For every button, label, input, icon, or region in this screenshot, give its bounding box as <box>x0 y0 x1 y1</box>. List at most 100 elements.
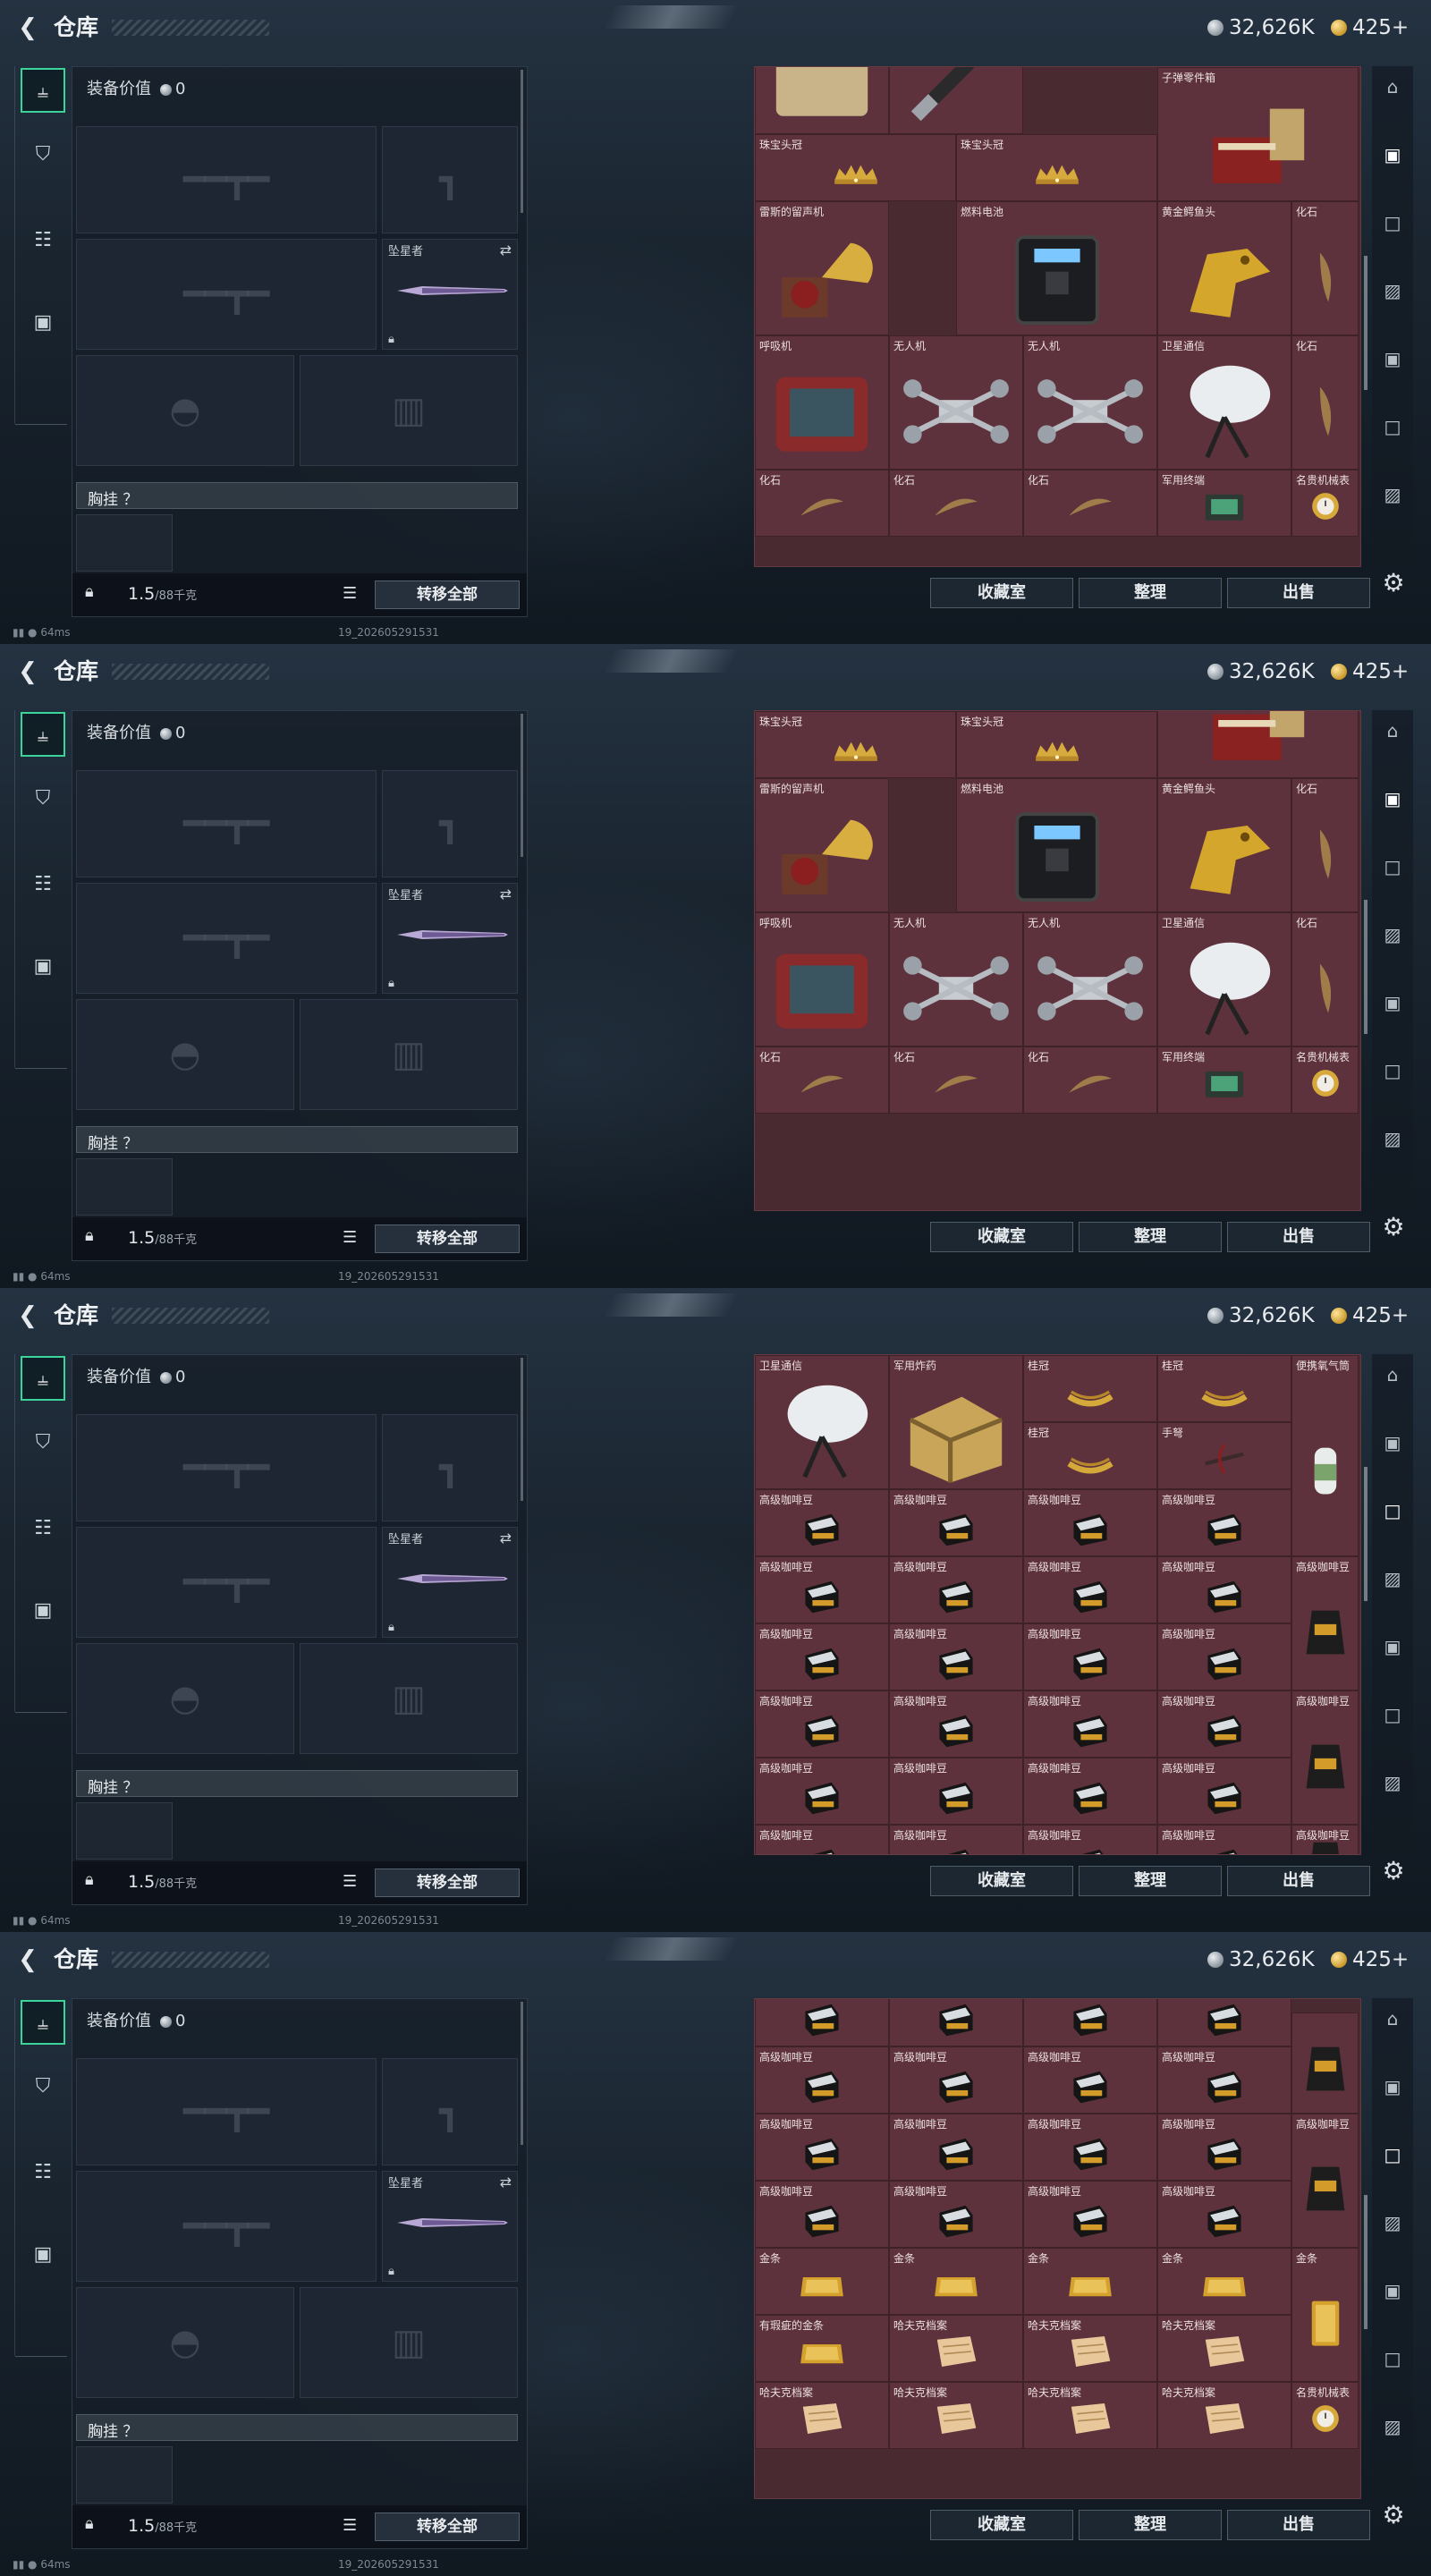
storage-item[interactable]: 名贵机械表 <box>1291 2381 1359 2449</box>
storage-item[interactable]: 军用终端 <box>1157 470 1291 537</box>
pistol-slot[interactable]: ┓ <box>382 2058 518 2165</box>
transfer-all-button[interactable]: 转移全部 <box>375 580 520 609</box>
storage-item[interactable]: 高级咖啡豆 <box>889 1489 1023 1556</box>
storage-item[interactable]: 无人机 <box>1023 912 1157 1046</box>
transfer-all-button[interactable]: 转移全部 <box>375 2512 520 2541</box>
storage-item[interactable]: 无人机 <box>889 912 1023 1046</box>
primary-weapon-slot[interactable]: ━━┳━ <box>76 1414 377 1521</box>
nav-armor-icon[interactable]: ⛉ <box>21 2064 65 2109</box>
storage-tab-icon[interactable]: ▨ <box>1376 1562 1410 1596</box>
storage-tab-icon[interactable]: ▨ <box>1376 2206 1410 2240</box>
melee-slot[interactable]: 坠星者 ⇄ 🔒︎ <box>382 239 518 350</box>
storage-item[interactable]: 高级咖啡豆 <box>1157 1489 1291 1556</box>
storage-item[interactable]: 化石 <box>889 1046 1023 1114</box>
list-icon[interactable]: ☰ <box>343 1228 357 1247</box>
storage-item[interactable]: 高级咖啡豆 <box>889 2113 1023 2181</box>
storage-item[interactable]: 金条 <box>889 2247 1023 2315</box>
storage-tab-icon[interactable]: ▣ <box>1376 2070 1410 2104</box>
storage-item[interactable]: 化石 <box>1291 778 1359 912</box>
primary-weapon-slot[interactable]: ━━┳━ <box>76 2058 377 2165</box>
storage-item[interactable]: 高级咖啡豆 <box>755 1825 889 1854</box>
storage-item[interactable]: 高级咖啡豆 <box>1023 1690 1157 1758</box>
equipment-scrollbar[interactable] <box>521 2002 523 2145</box>
gold-currency[interactable]: 425+ <box>1331 658 1409 685</box>
storage-tab-icon[interactable]: ▨ <box>1376 478 1410 512</box>
storage-tab-icon[interactable]: □ <box>1376 206 1410 240</box>
collection-room-button[interactable]: 收藏室 <box>930 578 1073 608</box>
storage-tab-icon[interactable]: ▨ <box>1376 274 1410 308</box>
sell-button[interactable]: 出售 <box>1227 1222 1370 1252</box>
sell-button[interactable]: 出售 <box>1227 1866 1370 1896</box>
storage-tab-icon[interactable]: ▣ <box>1376 1630 1410 1664</box>
storage-item[interactable]: 化石 <box>1023 470 1157 537</box>
storage-item[interactable]: 珠宝头冠 <box>956 134 1157 201</box>
weight-lock-icon[interactable]: 🔒︎ <box>85 2514 94 2533</box>
storage-item[interactable]: 子弹零件箱 <box>1157 67 1359 201</box>
storage-item[interactable]: 高级咖啡豆 <box>1023 1556 1157 1623</box>
swap-icon[interactable]: ⇄ <box>500 886 512 902</box>
collection-room-button[interactable]: 收藏室 <box>930 2510 1073 2540</box>
storage-item[interactable]: 高级咖啡豆 <box>1157 1556 1291 1623</box>
storage-item[interactable]: 哈夫克档案 <box>1023 2314 1157 2382</box>
secondary-weapon-slot[interactable]: ━━┳━ <box>76 883 377 994</box>
melee-slot[interactable]: 坠星者 ⇄ 🔒︎ <box>382 2171 518 2282</box>
storage-item[interactable]: 黄金鳄鱼头 <box>1157 778 1291 912</box>
storage-item[interactable]: 高级咖啡豆 <box>889 1825 1023 1854</box>
storage-item[interactable]: 哈夫克档案 <box>1157 2314 1291 2382</box>
storage-item[interactable]: 高级咖啡豆 <box>755 2113 889 2181</box>
storage-item[interactable]: 高级咖啡豆 <box>755 1758 889 1825</box>
pistol-slot[interactable]: ┓ <box>382 126 518 233</box>
sell-button[interactable]: 出售 <box>1227 2510 1370 2540</box>
storage-item[interactable] <box>1291 2012 1359 2114</box>
nav-clipboard-icon[interactable]: ☷ <box>21 2150 65 2195</box>
storage-scrollbar[interactable] <box>1364 256 1367 390</box>
back-arrow-icon[interactable]: ❮ <box>13 657 43 687</box>
storage-item[interactable]: 名贵机械表 <box>1291 1046 1359 1114</box>
storage-item[interactable]: 化石 <box>1291 912 1359 1046</box>
storage-item[interactable]: 便携氧气筒 <box>1291 1355 1359 1556</box>
storage-item[interactable] <box>1023 1999 1157 2046</box>
storage-tab-icon[interactable]: ▣ <box>1376 1426 1410 1460</box>
storage-tab-icon[interactable]: ▨ <box>1376 1766 1410 1800</box>
storage-item[interactable]: 哈夫克档案 <box>755 2381 889 2449</box>
storage-item[interactable]: 化石 <box>755 470 889 537</box>
weight-lock-icon[interactable]: 🔒︎ <box>85 1870 94 1889</box>
swap-icon[interactable]: ⇄ <box>500 242 512 258</box>
storage-tab-icon[interactable]: ▣ <box>1376 782 1410 816</box>
storage-item[interactable]: 呼吸机 <box>755 912 889 1046</box>
nav-weapon-icon[interactable]: ⫨ <box>21 68 65 113</box>
swap-icon[interactable]: ⇄ <box>500 2174 512 2190</box>
helmet-slot[interactable]: ◓ <box>76 355 294 466</box>
storage-tab-icon[interactable]: ▨ <box>1376 1122 1410 1156</box>
weight-lock-icon[interactable]: 🔒︎ <box>85 1226 94 1245</box>
storage-tab-icon[interactable]: □ <box>1376 1698 1410 1732</box>
sort-button[interactable]: 整理 <box>1079 578 1222 608</box>
nav-armor-icon[interactable]: ⛉ <box>21 1420 65 1465</box>
storage-item[interactable]: 高级咖啡豆 <box>1023 2180 1157 2248</box>
chest-rig-slot[interactable]: 胸挂 ？ <box>76 1126 518 1153</box>
storage-tab-icon[interactable]: ▣ <box>1376 2274 1410 2308</box>
transfer-all-button[interactable]: 转移全部 <box>375 1868 520 1897</box>
storage-item[interactable]: 高级咖啡豆 <box>755 1489 889 1556</box>
storage-grid[interactable]: 子弹零件箱 珠宝头冠 珠宝头冠 雷斯的留声机 燃料电池 黄金鳄鱼头 化石 呼吸机 无人机 无人机卫… <box>754 66 1361 567</box>
storage-item[interactable]: 雷斯的留声机 <box>755 778 889 912</box>
storage-item[interactable] <box>889 1999 1023 2046</box>
helmet-slot[interactable]: ◓ <box>76 2287 294 2398</box>
nav-armor-icon[interactable]: ⛉ <box>21 132 65 177</box>
melee-slot[interactable]: 坠星者 ⇄ 🔒︎ <box>382 1527 518 1638</box>
storage-tab-icon[interactable]: ▣ <box>1376 986 1410 1020</box>
storage-tab-icon[interactable]: ▨ <box>1376 918 1410 952</box>
storage-grid[interactable]: 卫星通信 军用炸药 桂冠 桂冠 便携氧气筒 桂冠 手弩 高级咖啡豆 高级咖啡豆 高级咖啡豆 高级咖啡… <box>754 1354 1361 1855</box>
gold-currency[interactable]: 425+ <box>1331 14 1409 41</box>
nav-briefcase-icon[interactable]: ▣ <box>21 301 65 345</box>
storage-grid[interactable]: 高级咖啡豆 高级咖啡豆 高级咖啡豆 高级咖啡豆 高级咖啡豆 高级咖啡豆 高级咖啡豆 高级咖啡豆… <box>754 1998 1361 2499</box>
storage-tab-icon[interactable]: □ <box>1376 1494 1410 1528</box>
equipment-scrollbar[interactable] <box>521 70 523 213</box>
storage-item[interactable]: 高级咖啡豆 <box>755 2046 889 2114</box>
list-icon[interactable]: ☰ <box>343 2516 357 2535</box>
swap-icon[interactable]: ⇄ <box>500 1530 512 1546</box>
storage-item[interactable]: 哈夫克档案 <box>1023 2381 1157 2449</box>
primary-weapon-slot[interactable]: ━━┳━ <box>76 126 377 233</box>
storage-item[interactable]: 高级咖啡豆 <box>889 1623 1023 1690</box>
storage-item[interactable]: 高级咖啡豆 <box>889 2180 1023 2248</box>
